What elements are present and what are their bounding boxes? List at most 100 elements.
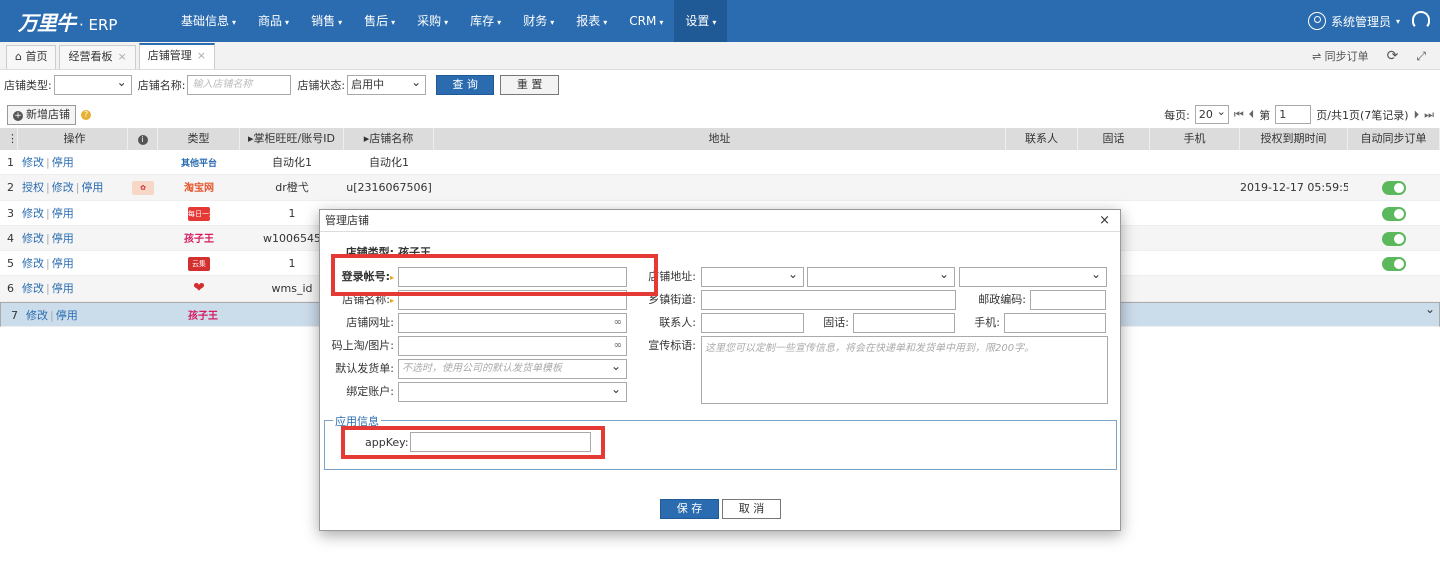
- edit-link[interactable]: 修改: [26, 309, 48, 322]
- header-phone[interactable]: 固话: [1078, 128, 1150, 150]
- bind-account-select[interactable]: [398, 382, 627, 402]
- edit-link[interactable]: 修改: [52, 181, 74, 194]
- disable-link[interactable]: 停用: [52, 257, 74, 270]
- menu-finance[interactable]: 财务 ▾: [512, 0, 565, 42]
- phone-label: 固话:: [823, 316, 849, 329]
- add-shop-button[interactable]: + 新增店铺: [7, 105, 76, 125]
- prev-page-icon[interactable]: ⏴: [1249, 108, 1255, 122]
- menu-crm[interactable]: CRM ▾: [618, 0, 674, 42]
- authorize-link[interactable]: 授权: [22, 181, 44, 194]
- top-nav-bar: 万里牛 · ERP 基础信息 ▾ 商品 ▾ 销售 ▾ 售后 ▾ 采购 ▾ 库存 ▾ 财务 ▾ …: [0, 0, 1440, 42]
- default-shipping-select[interactable]: 不选时，使用公司的默认发货单模板: [398, 359, 627, 379]
- menu-after-sales[interactable]: 售后 ▾: [353, 0, 406, 42]
- header-mobile[interactable]: 手机: [1150, 128, 1240, 150]
- next-page-icon[interactable]: ⏵: [1414, 108, 1420, 122]
- user-menu[interactable]: 系统管理员 ▾: [1307, 0, 1400, 42]
- disable-link[interactable]: 停用: [52, 232, 74, 245]
- qr-image-input[interactable]: [398, 336, 627, 356]
- row-number: 6: [7, 282, 14, 296]
- header-contact[interactable]: 联系人: [1006, 128, 1078, 150]
- chevron-down-icon: ▾: [659, 18, 664, 27]
- auto-sync-toggle[interactable]: [1382, 231, 1406, 246]
- disable-link[interactable]: 停用: [52, 207, 74, 220]
- header-type[interactable]: 类型: [158, 128, 240, 150]
- plus-icon: +: [13, 111, 23, 121]
- header-auth-expire[interactable]: 授权到期时间: [1240, 128, 1348, 150]
- disable-link[interactable]: 停用: [56, 309, 78, 322]
- city-select[interactable]: [807, 267, 955, 287]
- row-number: 7: [11, 308, 18, 322]
- mobile-input[interactable]: [1004, 313, 1106, 333]
- headset-icon[interactable]: [1412, 11, 1430, 29]
- menu-reports[interactable]: 报表 ▾: [565, 0, 618, 42]
- header-auto-sync[interactable]: 自动同步订单: [1348, 128, 1440, 150]
- disable-link[interactable]: 停用: [81, 181, 103, 194]
- sync-orders-button[interactable]: ⇌ 同步订单: [1312, 48, 1369, 64]
- tab-home[interactable]: ⌂ 首页: [6, 45, 57, 69]
- edit-link[interactable]: 修改: [22, 156, 44, 169]
- reset-button[interactable]: 重 置: [500, 75, 560, 95]
- menu-inventory[interactable]: 库存 ▾: [459, 0, 512, 42]
- close-icon[interactable]: ×: [117, 50, 126, 63]
- header-account-id[interactable]: ▸掌柜旺旺/账号ID: [240, 128, 344, 150]
- menu-sales[interactable]: 销售 ▾: [300, 0, 353, 42]
- shop-name-input[interactable]: 输入店铺名称: [187, 75, 292, 95]
- help-icon[interactable]: ?: [81, 110, 91, 120]
- column-menu-icon[interactable]: ⋮: [0, 128, 18, 150]
- query-button[interactable]: 查 询: [436, 75, 495, 95]
- highlight-login-account: [331, 254, 658, 296]
- chevron-down-icon: ▾: [603, 18, 608, 27]
- slogan-textarea[interactable]: 这里您可以定制一些宣传信息，将会在快递单和发货单中用到，限200字。: [701, 336, 1108, 404]
- edit-link[interactable]: 修改: [22, 282, 44, 295]
- disable-link[interactable]: 停用: [52, 282, 74, 295]
- fullscreen-icon[interactable]: ⤢: [1416, 49, 1426, 64]
- expire-cell: 2019-12-17 05:59:59: [1240, 181, 1348, 195]
- dialog-title: 管理店铺: [320, 210, 1120, 232]
- shop-status-select[interactable]: 启用中: [347, 73, 427, 95]
- auto-sync-toggle[interactable]: [1382, 181, 1406, 196]
- edit-link[interactable]: 修改: [22, 207, 44, 220]
- chevron-down-icon: ▾: [550, 18, 555, 27]
- shop-url-input[interactable]: [398, 313, 627, 333]
- auto-sync-toggle[interactable]: [1382, 206, 1406, 221]
- province-select[interactable]: [701, 267, 804, 287]
- district-select[interactable]: [959, 267, 1107, 287]
- highlight-appkey: [341, 426, 605, 459]
- chevron-down-icon: ▾: [285, 18, 290, 27]
- close-icon[interactable]: ×: [197, 49, 206, 62]
- header-shop-name[interactable]: ▸店铺名称: [344, 128, 434, 150]
- app-logo[interactable]: 万里牛 · ERP: [0, 7, 150, 36]
- last-page-icon[interactable]: ⏭: [1424, 108, 1434, 122]
- page-tabs: ⌂ 首页 经营看板 × 店铺管理 × ⇌ 同步订单 ⟳ ⤢: [0, 42, 1440, 70]
- page-input[interactable]: 1: [1275, 105, 1312, 124]
- shop-type-select[interactable]: [53, 73, 132, 95]
- menu-products[interactable]: 商品 ▾: [247, 0, 300, 42]
- menu-settings[interactable]: 设置 ▾: [674, 0, 728, 42]
- shop-name-label: 店铺名称:: [137, 79, 186, 92]
- close-icon[interactable]: ×: [1099, 213, 1110, 228]
- first-page-icon[interactable]: ⏮: [1234, 108, 1244, 122]
- menu-purchase[interactable]: 采购 ▾: [406, 0, 459, 42]
- edit-link[interactable]: 修改: [22, 232, 44, 245]
- postcode-input[interactable]: [1030, 290, 1106, 310]
- save-button[interactable]: 保 存: [660, 499, 719, 519]
- table-row[interactable]: 1 修改 | 停用 其他平台 自动化1 自动化1: [0, 150, 1440, 176]
- table-row[interactable]: 2 授权 | 修改 | 停用 ✿ 淘宝网 dr橙弋 u[2316067506] 2019…: [0, 175, 1440, 201]
- info-icon[interactable]: i: [128, 128, 158, 150]
- chevron-down-icon: ▾: [338, 18, 343, 27]
- menu-basic-info[interactable]: 基础信息 ▾: [170, 0, 247, 42]
- auto-sync-toggle[interactable]: [1382, 257, 1406, 272]
- refresh-icon[interactable]: ⟳: [1387, 48, 1399, 64]
- tab-shop-management[interactable]: 店铺管理 ×: [138, 43, 215, 69]
- edit-link[interactable]: 修改: [22, 257, 44, 270]
- street-input[interactable]: [701, 290, 956, 310]
- tab-dashboard[interactable]: 经营看板 ×: [59, 45, 136, 69]
- postcode-label: 邮政编码:: [978, 293, 1026, 306]
- chevron-down-icon: ▾: [232, 18, 237, 27]
- manage-shop-dialog: 管理店铺 × 店铺类型: 孩子王 登录帐号:▸ 店铺名称:▸ 店铺网址: 码上淘…: [319, 209, 1121, 531]
- per-page-select[interactable]: 20: [1194, 103, 1229, 124]
- tab-tools: ⇌ 同步订单 ⟳ ⤢: [1312, 42, 1426, 70]
- cancel-button[interactable]: 取 消: [722, 499, 781, 519]
- header-address[interactable]: 地址: [434, 128, 1006, 150]
- disable-link[interactable]: 停用: [52, 156, 74, 169]
